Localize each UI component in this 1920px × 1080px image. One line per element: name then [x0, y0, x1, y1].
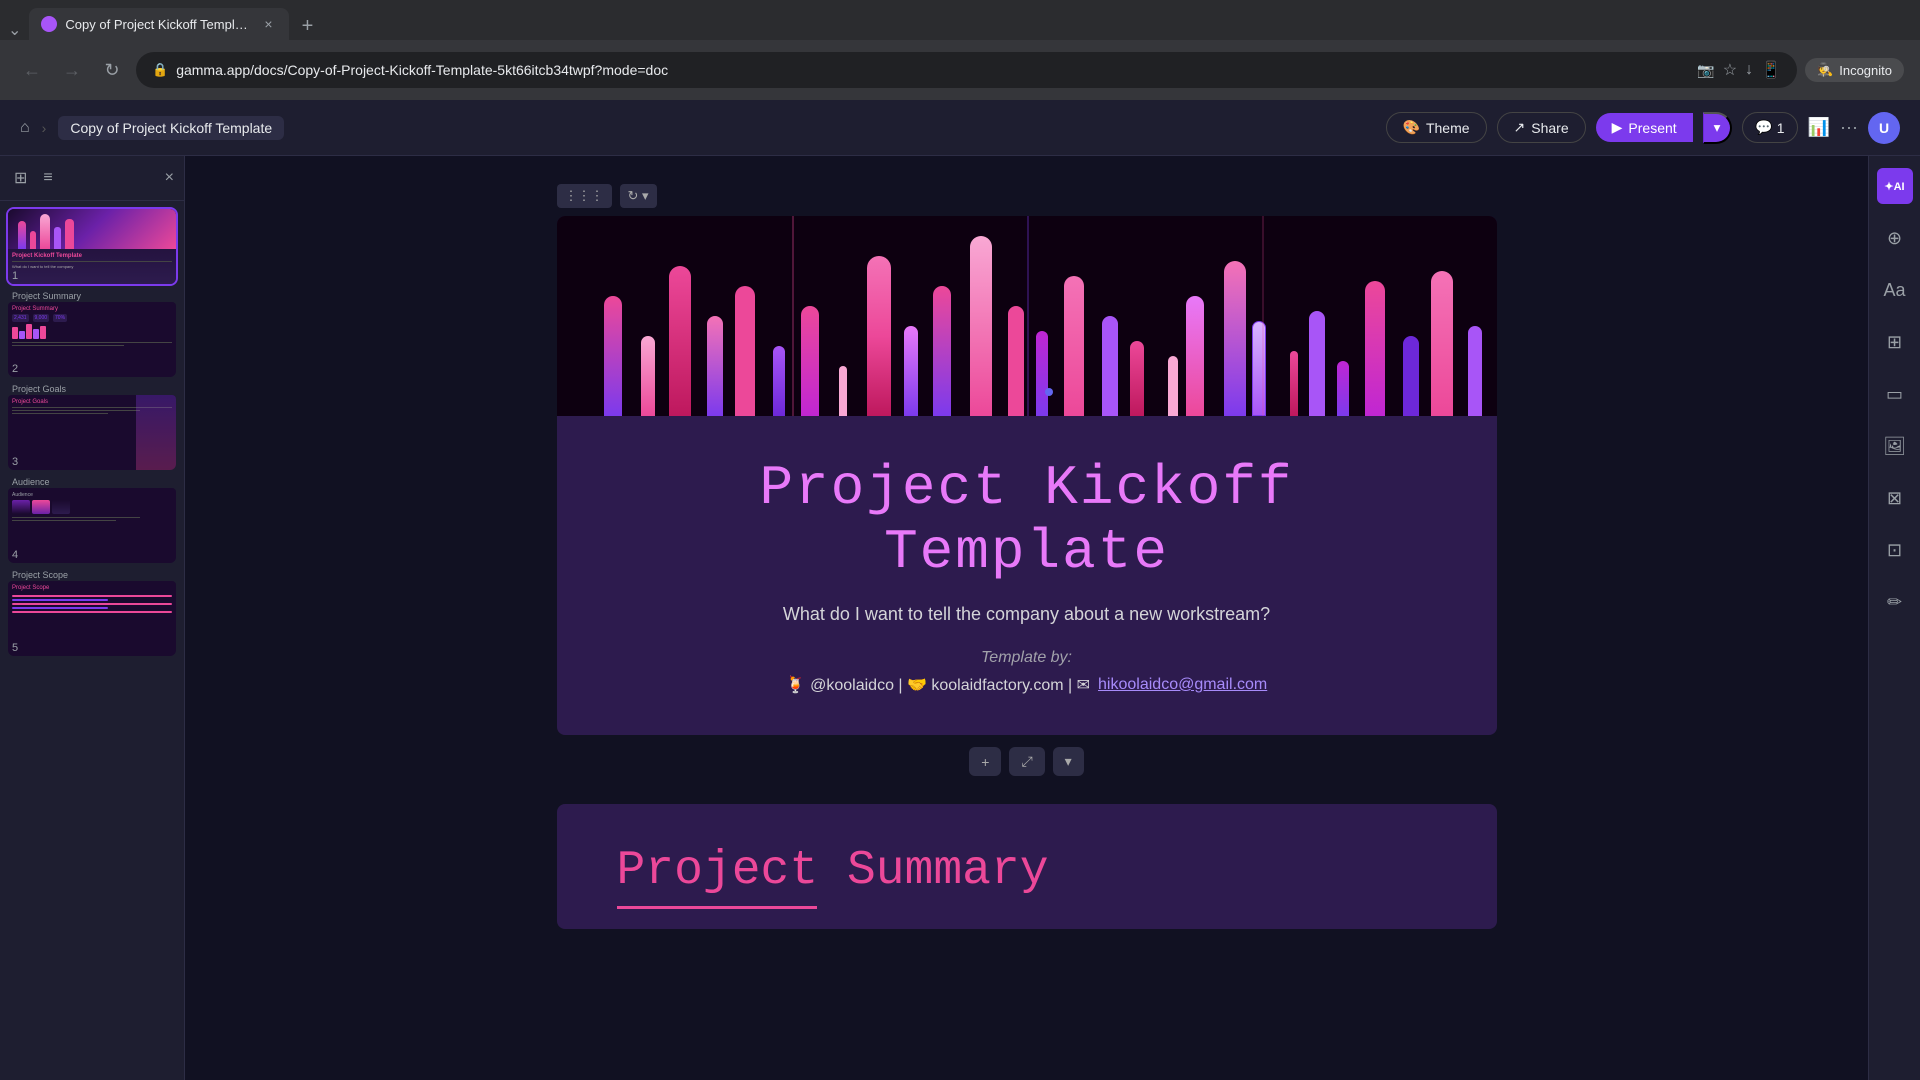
- attribution-link[interactable]: hikoolaidco@gmail.com: [1098, 676, 1267, 694]
- slide-2-container: Project Summary: [557, 804, 1497, 929]
- slide-number-1: 1: [12, 270, 18, 282]
- slide-thumbnail-5[interactable]: Project Scope Project Scope 5: [8, 569, 176, 656]
- forward-button[interactable]: →: [56, 54, 88, 86]
- slide-header-art: [557, 216, 1497, 416]
- slide-1-subtitle: What do I want to tell the company about…: [783, 604, 1270, 625]
- slide-number-3: 3: [12, 456, 18, 468]
- right-panel: ✦AI ⊕ Aa ⊞ ▭ 🖼 ⊠ ⊡ ✏: [1868, 156, 1920, 1080]
- download-icon[interactable]: ↓: [1745, 61, 1753, 79]
- attribution-prefix: 🍹 @koolaidco | 🤝 koolaidfactory.com | ✉: [786, 675, 1090, 695]
- add-slide-button[interactable]: +: [969, 747, 1001, 776]
- comment-icon: 💬: [1755, 119, 1772, 136]
- avatar[interactable]: U: [1868, 112, 1900, 144]
- card-icon[interactable]: ▭: [1877, 376, 1913, 412]
- slide-1-content: Project Kickoff Template What do I want …: [557, 416, 1497, 735]
- slide-1-title: Project Kickoff Template: [617, 456, 1437, 584]
- slide-2-title: Project Summary: [617, 844, 1437, 898]
- slide-thumbnail-1[interactable]: Project Kickoff Template What do I want …: [8, 209, 176, 284]
- home-icon[interactable]: ⌂: [20, 119, 30, 137]
- ai-button[interactable]: ✦AI: [1877, 168, 1913, 204]
- image-generate-icon[interactable]: ⊕: [1877, 220, 1913, 256]
- present-button[interactable]: ▶ Present: [1596, 113, 1693, 142]
- active-tab[interactable]: Copy of Project Kickoff Templa... ×: [29, 8, 289, 40]
- slide-menu-button[interactable]: ▾: [1053, 747, 1084, 776]
- back-button[interactable]: ←: [16, 54, 48, 86]
- tab-favicon: [41, 16, 57, 32]
- security-icon: 🔒: [152, 62, 168, 78]
- slide-thumbnail-4[interactable]: Audience Audience 4: [8, 476, 176, 563]
- breadcrumb-separator: ›: [42, 120, 47, 136]
- breadcrumb-page-title[interactable]: Copy of Project Kickoff Template: [58, 116, 284, 140]
- slide-thumbnail-3[interactable]: Project Goals Project Goals 3: [8, 383, 176, 470]
- play-icon: ▶: [1612, 119, 1623, 136]
- slide-1-attribution: 🍹 @koolaidco | 🤝 koolaidfactory.com | ✉ …: [786, 675, 1267, 695]
- new-tab-button[interactable]: +: [293, 12, 321, 40]
- share-button[interactable]: ↗ Share: [1497, 112, 1586, 143]
- slide-number-2: 2: [12, 363, 18, 375]
- tab-title: Copy of Project Kickoff Templa...: [65, 17, 251, 32]
- more-options-icon[interactable]: ···: [1840, 117, 1858, 138]
- analytics-icon[interactable]: 📊: [1808, 117, 1830, 138]
- incognito-badge: 🕵 Incognito: [1805, 58, 1904, 82]
- theme-button[interactable]: 🎨 Theme: [1386, 112, 1487, 143]
- theme-icon: 🎨: [1403, 119, 1420, 136]
- address-text[interactable]: gamma.app/docs/Copy-of-Project-Kickoff-T…: [176, 62, 1689, 78]
- slide-thumbnail-2[interactable]: Project Summary Project Summary 2,431 9,…: [8, 290, 176, 377]
- slides-list: Project Kickoff Template What do I want …: [0, 201, 184, 1080]
- slides-sidebar: ⊞ ≡ ×: [0, 156, 185, 1080]
- text-style-icon[interactable]: Aa: [1877, 272, 1913, 308]
- tablet-icon[interactable]: 📱: [1761, 60, 1781, 80]
- slide-options-button[interactable]: ⋮⋮⋮: [557, 184, 612, 208]
- tab-dropdown[interactable]: ⌄: [8, 20, 21, 40]
- star-icon[interactable]: ☆: [1723, 60, 1737, 80]
- slide-rotate-button[interactable]: ↻ ▾: [620, 184, 657, 208]
- comment-button[interactable]: 💬 1: [1742, 112, 1797, 143]
- slide-number-5: 5: [12, 642, 18, 654]
- embed-icon[interactable]: ⊡: [1877, 532, 1913, 568]
- slide-1-container: Project Kickoff Template What do I want …: [557, 216, 1497, 735]
- incognito-label: Incognito: [1839, 63, 1892, 78]
- canvas-area: ⋮⋮⋮ ↻ ▾: [185, 156, 1868, 1080]
- camera-off-icon: 📷: [1697, 62, 1714, 79]
- media-icon[interactable]: 🖼: [1877, 428, 1913, 464]
- layout-icon[interactable]: ⊞: [1877, 324, 1913, 360]
- slide-2-underline: [617, 906, 817, 909]
- incognito-icon: 🕵: [1817, 62, 1833, 78]
- present-dropdown-button[interactable]: ▾: [1703, 112, 1733, 144]
- reload-button[interactable]: ↻: [96, 54, 128, 86]
- share-icon: ↗: [1514, 119, 1526, 136]
- expand-button[interactable]: ⤢: [1009, 747, 1044, 776]
- slide-number-4: 4: [12, 549, 18, 561]
- table-icon[interactable]: ⊠: [1877, 480, 1913, 516]
- tab-close-icon[interactable]: ×: [259, 15, 277, 33]
- draw-icon[interactable]: ✏: [1877, 584, 1913, 620]
- sidebar-close-button[interactable]: ×: [165, 169, 174, 187]
- list-view-icon[interactable]: ≡: [39, 165, 56, 191]
- slide-1-template-by: Template by:: [981, 649, 1072, 667]
- grid-view-icon[interactable]: ⊞: [10, 164, 31, 192]
